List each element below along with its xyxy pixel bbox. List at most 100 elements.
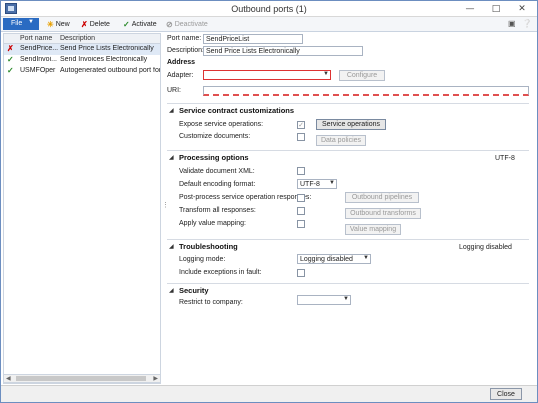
port-name-label: Port name:	[167, 35, 202, 42]
validate-xml-label: Validate document XML:	[179, 168, 255, 175]
adapter-select[interactable]: ▼	[203, 70, 331, 80]
col-port-name[interactable]: Port name	[20, 35, 52, 42]
close-button[interactable]: Close	[490, 388, 522, 400]
service-section-title[interactable]: Service contract customizations	[179, 106, 294, 115]
processing-section-title[interactable]: Processing options	[179, 153, 249, 162]
data-policies-button[interactable]: Data policies	[316, 135, 366, 146]
encoding-select[interactable]: UTF-8 ▼	[297, 179, 337, 189]
logging-mode-value: Logging disabled	[300, 256, 353, 263]
customize-documents-checkbox[interactable]	[297, 133, 305, 141]
chevron-down-icon: ▼	[363, 255, 369, 261]
error-icon: ✗	[7, 44, 14, 53]
activate-button[interactable]: ✓ Activate	[123, 19, 157, 30]
deactivate-button[interactable]: ⊘ Deactivate	[166, 19, 208, 30]
description-label: Description:	[167, 47, 204, 54]
new-label: New	[55, 21, 70, 28]
new-button[interactable]: ✳ New	[47, 19, 70, 30]
close-window-button[interactable]: ✕	[509, 3, 535, 15]
transform-label: Transform all responses:	[179, 207, 256, 214]
value-mapping-checkbox[interactable]	[297, 220, 305, 228]
customize-documents-label: Customize documents:	[179, 133, 251, 140]
chevron-down-icon: ▼	[323, 71, 329, 77]
scroll-right-icon[interactable]: ▶	[153, 375, 158, 382]
footer-bar: Close	[1, 385, 537, 402]
adapter-label: Adapter:	[167, 72, 194, 79]
file-menu-label: File	[11, 20, 23, 27]
action-pane: File ▼ ✳ New ✗ Delete ✓ Activate ⊘ Deact…	[1, 17, 537, 32]
security-section-title[interactable]: Security	[179, 286, 209, 295]
logging-mode-select[interactable]: Logging disabled ▼	[297, 254, 371, 264]
deactivate-label: Deactivate	[174, 21, 208, 28]
include-exceptions-checkbox[interactable]	[297, 269, 305, 277]
check-icon: ✓	[7, 55, 14, 64]
check-icon: ✓	[123, 20, 130, 29]
divider	[167, 239, 529, 240]
restrict-company-select[interactable]: ▼	[297, 295, 351, 305]
file-menu-button[interactable]: File ▼	[3, 18, 39, 30]
chevron-down-icon: ▼	[329, 180, 335, 186]
delete-button[interactable]: ✗ Delete	[81, 19, 110, 30]
configure-button[interactable]: Configure	[339, 70, 385, 81]
help-icon[interactable]: ❔	[522, 19, 533, 30]
include-exceptions-label: Include exceptions in fault:	[179, 269, 262, 276]
splitter-handle[interactable]: ⋮	[162, 201, 169, 213]
expose-operations-label: Expose service operations:	[179, 121, 264, 128]
port-name-input[interactable]: SendPriceList	[203, 34, 303, 44]
row-port-name: SendInvoi...	[20, 56, 57, 63]
row-description: Send Price Lists Electronically	[60, 45, 154, 52]
maximize-button[interactable]: □	[483, 3, 509, 15]
logging-mode-label: Logging mode:	[179, 256, 226, 263]
encoding-value: UTF-8	[300, 181, 320, 188]
restrict-company-label: Restrict to company:	[179, 299, 243, 306]
encoding-label: Default encoding format:	[179, 181, 256, 188]
row-description: Autogenerated outbound port for US	[60, 67, 160, 74]
divider	[167, 103, 529, 104]
expose-operations-checkbox[interactable]: ✓	[297, 121, 305, 129]
collapse-arrow-icon[interactable]: ◢	[169, 107, 174, 114]
ports-grid: Port name Description ✗ SendPrice... Sen…	[3, 33, 161, 384]
outbound-pipelines-button[interactable]: Outbound pipelines	[345, 192, 419, 203]
col-description[interactable]: Description	[60, 35, 95, 42]
address-title: Address	[167, 59, 196, 66]
troubleshooting-summary: Logging disabled	[459, 244, 512, 251]
table-row[interactable]: ✗ SendPrice... Send Price Lists Electron…	[4, 44, 160, 55]
outbound-transforms-button[interactable]: Outbound transforms	[345, 208, 421, 219]
minimize-button[interactable]: —	[457, 3, 483, 15]
validate-xml-checkbox[interactable]	[297, 167, 305, 175]
check-icon: ✓	[7, 66, 14, 75]
delete-icon: ✗	[81, 20, 88, 29]
grid-header: Port name Description	[4, 34, 160, 44]
collapse-arrow-icon[interactable]: ◢	[169, 243, 174, 250]
collapse-arrow-icon[interactable]: ◢	[169, 287, 174, 294]
table-row[interactable]: ✓ USMFOper Autogenerated outbound port f…	[4, 66, 160, 77]
processing-summary: UTF-8	[495, 155, 515, 162]
row-port-name: SendPrice...	[20, 45, 58, 52]
postprocess-checkbox[interactable]	[297, 194, 305, 202]
title-bar: Outbound ports (1) — □ ✕	[1, 1, 537, 17]
value-mapping-label: Apply value mapping:	[179, 220, 246, 227]
description-input[interactable]: Send Price Lists Electronically	[203, 46, 363, 56]
scroll-thumb[interactable]	[16, 376, 146, 381]
grid-horizontal-scrollbar[interactable]: ◀ ▶	[3, 374, 161, 383]
row-port-name: USMFOper	[20, 67, 56, 74]
outbound-ports-window: Outbound ports (1) — □ ✕ File ▼ ✳ New ✗ …	[0, 0, 538, 403]
deactivate-icon: ⊘	[166, 20, 173, 29]
row-description: Send Invoices Electronically	[60, 56, 148, 63]
transform-checkbox[interactable]	[297, 207, 305, 215]
details-form: Port name: SendPriceList Description: Se…	[167, 33, 533, 384]
divider	[167, 283, 529, 284]
uri-label: URI:	[167, 87, 181, 94]
value-mapping-button[interactable]: Value mapping	[345, 224, 401, 235]
service-operations-button[interactable]: Service operations	[316, 119, 386, 130]
uri-input[interactable]	[203, 86, 529, 96]
divider	[167, 150, 529, 151]
chevron-down-icon: ▼	[28, 19, 34, 25]
postprocess-label: Post-process service operation responses…	[179, 194, 312, 201]
new-icon: ✳	[47, 20, 54, 29]
troubleshooting-section-title[interactable]: Troubleshooting	[179, 242, 238, 251]
table-row[interactable]: ✓ SendInvoi... Send Invoices Electronica…	[4, 55, 160, 66]
scroll-left-icon[interactable]: ◀	[6, 375, 11, 382]
collapse-arrow-icon[interactable]: ◢	[169, 154, 174, 161]
chevron-down-icon: ▼	[343, 296, 349, 302]
view-toggle-icon[interactable]: ▣	[508, 19, 519, 30]
